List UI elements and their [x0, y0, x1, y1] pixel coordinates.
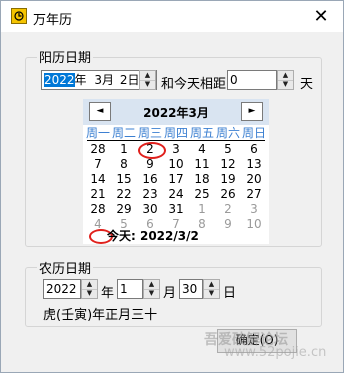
weekday-label: 周二 [111, 126, 136, 140]
weekday-label: 周日 [241, 126, 266, 140]
solar-day-value[interactable]: 2日 [120, 73, 140, 87]
title-bar: 万年历 ✕ [1, 1, 343, 32]
weekday-label: 周六 [215, 126, 240, 140]
calendar-day[interactable]: 11 [189, 157, 215, 172]
calendar-day[interactable]: 18 [189, 172, 215, 187]
calendar-day-next-month[interactable]: 10 [241, 217, 267, 232]
spin-down-icon[interactable]: ▼ [82, 289, 97, 298]
calendar-day[interactable]: 3 [163, 142, 189, 157]
calendar-day-next-month[interactable]: 3 [241, 202, 267, 217]
calendar-day[interactable]: 4 [189, 142, 215, 157]
calendar-day[interactable]: 23 [137, 187, 163, 202]
lunar-day-spinner[interactable]: ▲ ▼ [203, 279, 220, 299]
calendar-day[interactable]: 22 [111, 187, 137, 202]
spin-down-icon[interactable]: ▼ [140, 80, 155, 89]
calendar-day[interactable]: 1 [111, 142, 137, 157]
month-calendar[interactable]: ◄ 2022年3月 ► 周一 周二 周三 周四 周五 周六 周日 28 1 2 … [83, 99, 269, 244]
next-month-button[interactable]: ► [241, 102, 263, 121]
calendar-week-row: 7 8 9 10 11 12 13 [83, 157, 269, 172]
calendar-header: ◄ 2022年3月 ► [83, 99, 269, 125]
lunar-day-unit: 日 [223, 286, 237, 301]
calendar-day[interactable]: 8 [111, 157, 137, 172]
calendar-day[interactable]: 20 [241, 172, 267, 187]
calendar-day[interactable]: 30 [137, 202, 163, 217]
weekday-label: 周五 [189, 126, 214, 140]
solar-year-unit: 年 [74, 73, 87, 87]
solar-date-spinner[interactable]: ▲ ▼ [139, 70, 156, 90]
calendar-day[interactable]: 28 [85, 202, 111, 217]
calendar-day[interactable]: 28 [85, 142, 111, 157]
diff-label: 和今天相距 [161, 77, 227, 92]
lunar-group-label: 农历日期 [37, 258, 94, 277]
calendar-day[interactable]: 12 [215, 157, 241, 172]
calendar-day[interactable]: 14 [85, 172, 111, 187]
calendar-dialog: 万年历 ✕ 阳历日期 2022年 3月 2日 ▲ ▼ 和今天相距 0 ▲ ▼ 天… [0, 0, 344, 373]
calendar-day[interactable]: 5 [215, 142, 241, 157]
spin-down-icon[interactable]: ▼ [278, 80, 293, 89]
lunar-month-spinner[interactable]: ▲ ▼ [143, 279, 160, 299]
lunar-month-unit: 月 [163, 286, 177, 301]
calendar-day[interactable]: 19 [215, 172, 241, 187]
calendar-day[interactable]: 9 [137, 157, 163, 172]
window-title: 万年历 [33, 13, 73, 28]
lunar-year-unit: 年 [101, 286, 115, 301]
calendar-week-row: 28 1 2 3 4 5 6 [83, 142, 269, 157]
calendar-day[interactable]: 17 [163, 172, 189, 187]
calendar-day[interactable]: 25 [189, 187, 215, 202]
calendar-day[interactable]: 15 [111, 172, 137, 187]
spin-down-icon[interactable]: ▼ [204, 289, 219, 298]
today-label[interactable]: 今天: 2022/3/2 [107, 227, 199, 244]
calendar-day-next-month[interactable]: 9 [215, 217, 241, 232]
watermark-url: www.52pojie.cn [224, 345, 327, 360]
calendar-day[interactable]: 16 [137, 172, 163, 187]
calendar-day-next-month[interactable]: 2 [215, 202, 241, 217]
calendar-week-row: 21 22 23 24 25 26 27 [83, 187, 269, 202]
calendar-day[interactable]: 31 [163, 202, 189, 217]
close-button[interactable]: ✕ [303, 3, 339, 30]
weekday-header-row: 周一 周二 周三 周四 周五 周六 周日 [83, 126, 269, 141]
weekday-label: 周四 [163, 126, 188, 140]
calendar-day[interactable]: 24 [163, 187, 189, 202]
lunar-year-input[interactable]: 2022 [43, 279, 81, 299]
selected-day-circle-icon [138, 142, 166, 159]
lunar-day-input[interactable]: 30 [179, 279, 203, 299]
calendar-day[interactable]: 13 [241, 157, 267, 172]
day-diff-spinner[interactable]: ▲ ▼ [277, 70, 294, 90]
weekday-divider [87, 140, 265, 141]
spin-down-icon[interactable]: ▼ [144, 289, 159, 298]
calendar-day[interactable]: 21 [85, 187, 111, 202]
calendar-week-row: 14 15 16 17 18 19 20 [83, 172, 269, 187]
calendar-day[interactable]: 27 [241, 187, 267, 202]
solar-month-value[interactable]: 3月 [94, 73, 114, 87]
calendar-day[interactable]: 6 [241, 142, 267, 157]
calendar-day-next-month[interactable]: 1 [189, 202, 215, 217]
lunar-date-text: 虎(壬寅)年正月三十 [43, 308, 158, 323]
day-diff-input[interactable]: 0 [227, 70, 277, 90]
calendar-week-row: 28 29 30 31 1 2 3 [83, 202, 269, 217]
calendar-day[interactable]: 26 [215, 187, 241, 202]
weekday-label: 周一 [85, 126, 110, 140]
lunar-year-spinner[interactable]: ▲ ▼ [81, 279, 98, 299]
calendar-day[interactable]: 10 [163, 157, 189, 172]
calendar-app-icon [11, 8, 27, 24]
calendar-day[interactable]: 29 [111, 202, 137, 217]
diff-unit: 天 [300, 77, 314, 92]
solar-group-label: 阳历日期 [37, 47, 94, 66]
weekday-label: 周三 [137, 126, 162, 140]
lunar-month-input[interactable]: 1 [117, 279, 143, 299]
calendar-day[interactable]: 7 [85, 157, 111, 172]
solar-year-value[interactable]: 2022 [44, 73, 75, 87]
